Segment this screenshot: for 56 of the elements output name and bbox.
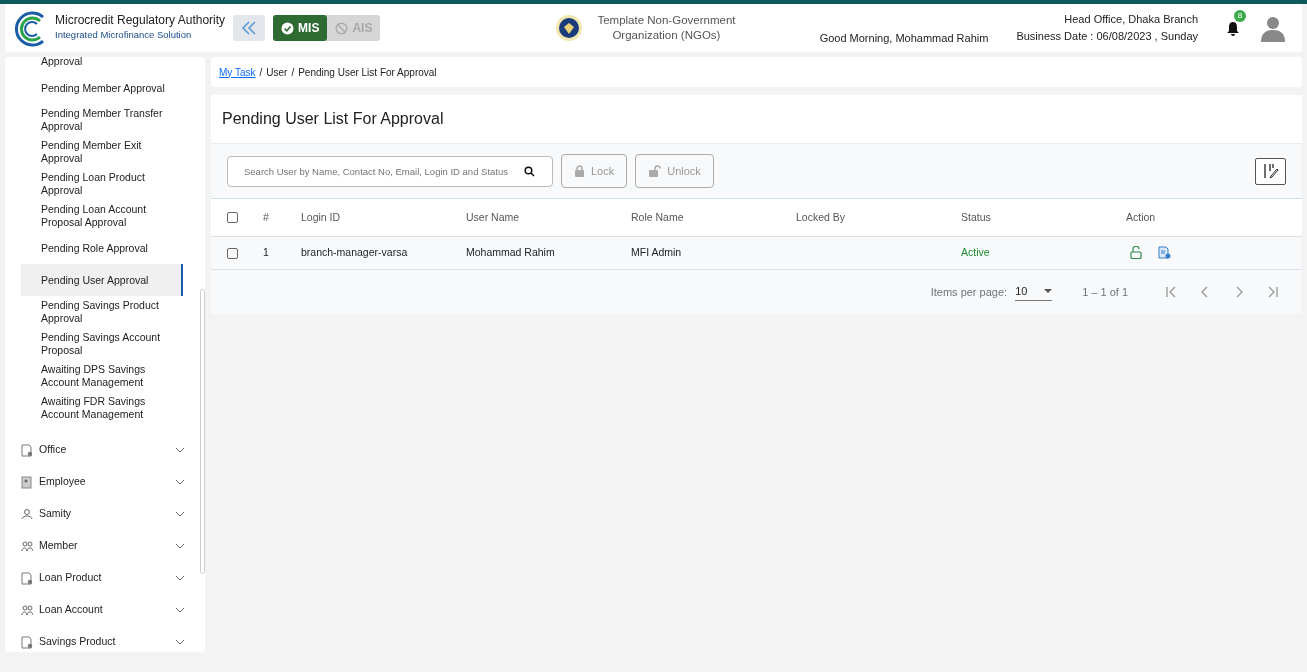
sidebar-group-label: Loan Account [39,602,104,618]
notification-count: 8 [1234,10,1246,22]
table-cell: Mohammad Rahim [458,236,623,270]
breadcrumb-item: User [266,65,288,80]
business-date: Business Date : 06/08/2023 , Sunday [1016,29,1198,44]
sidebar-group-label: Member [39,538,79,554]
sidebar-item[interactable]: Pending Loan Product Approval [21,168,183,200]
table-cell: 1 [255,236,293,270]
column-header: Status [953,198,1118,237]
sidebar-item[interactable]: Awaiting FDR Savings Account Management [21,392,183,424]
sidebar-item[interactable]: Pending Savings Product Approval [21,296,183,328]
sidebar-group-label: Loan Product [39,570,103,586]
breadcrumb-separator: / [291,65,295,80]
sidebar-group[interactable]: Samity [5,498,205,530]
sidebar-item[interactable]: Pending Loan Account Proposal Approval [21,200,183,232]
table-cell: branch-manager-varsa [293,236,458,270]
sidebar-group[interactable]: Loan Product [5,562,205,594]
organization-label: Template Non-Government Organization (NGOs) [596,13,737,43]
column-header: Login ID [293,198,458,237]
breadcrumb-link[interactable]: My Task [219,64,256,80]
sidebar-group-label: Office [39,442,68,458]
column-header: User Name [458,198,623,237]
sidebar-item[interactable]: Pending User Approval [21,264,183,296]
search-field[interactable]: Search User by Name, Contact No, Email, Login ID and Status [227,155,553,187]
sidebar-group[interactable]: Office [5,434,205,466]
page-title: Pending User List For Approval [211,95,1302,144]
sidebar-group-label: Employee [39,474,87,490]
sidebar-item[interactable]: Pending Member Exit Approval [21,136,183,168]
sidebar-group[interactable]: Loan Account [5,594,205,626]
sidebar-group-label: Savings Product [39,634,117,650]
sidebar-group[interactable]: Savings Product [5,626,205,652]
sidebar-group[interactable]: Employee [5,466,205,498]
sidebar-item[interactable]: Pending Savings Account Proposal [21,328,183,360]
sidebar-item[interactable]: Awaiting DPS Savings Account Management [21,360,183,392]
sidebar-item[interactable]: Approval [21,57,183,72]
status-cell: Active [953,236,1118,270]
sidebar-item[interactable]: Pending Role Approval [21,232,183,264]
sidebar-item[interactable]: Pending Member Transfer Approval [21,104,183,136]
column-header: Action [1118,198,1302,237]
table-cell: MFI Admin [623,236,788,270]
page-range: 1 – 1 of 1 [1082,284,1128,300]
organization-name: Microcredit Regulatory Authority [55,13,226,29]
column-header: Role Name [623,198,788,237]
sidebar-group[interactable]: Member [5,530,205,562]
column-header: # [255,198,293,237]
items-per-page-label: Items per page: [930,284,1008,300]
column-header: Locked By [788,198,953,237]
greeting-text: Good Morning, Mohammad Rahim [819,30,989,46]
organization-subtitle: Integrated Microfinance Solution [55,28,193,43]
breadcrumb-separator: / [259,65,263,80]
sidebar-item[interactable]: Pending Member Approval [21,72,183,104]
office-label: Head Office, Dhaka Branch [1063,12,1198,27]
module-tab[interactable]: MIS [273,15,328,41]
page-size-select[interactable]: 10 [1015,283,1053,301]
sidebar-group-label: Samity [39,506,73,522]
breadcrumb-item: Pending User List For Approval [298,65,437,80]
